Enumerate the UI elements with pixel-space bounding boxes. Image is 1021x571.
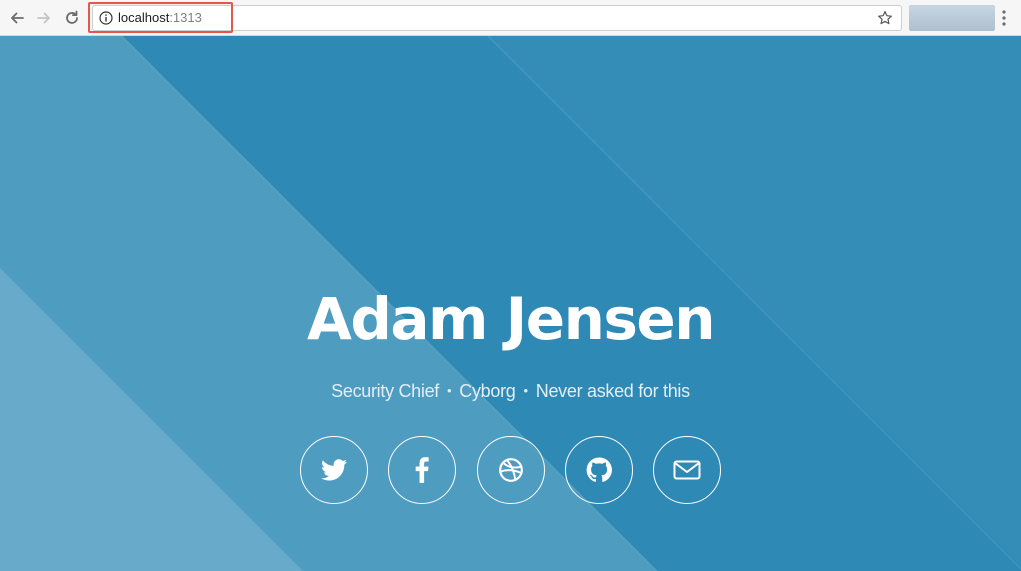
dribbble-icon (499, 458, 523, 482)
forward-arrow-icon (37, 12, 50, 24)
profile-button[interactable] (909, 5, 995, 31)
github-link[interactable] (565, 436, 633, 504)
back-button[interactable] (7, 8, 27, 28)
kebab-menu-icon[interactable] (1000, 9, 1008, 27)
github-icon (586, 457, 612, 482)
url-text[interactable]: localhost:1313 (118, 10, 202, 25)
url-port: :1313 (169, 10, 202, 25)
bookmark-star-icon[interactable] (877, 10, 893, 26)
email-link[interactable] (653, 436, 721, 504)
browser-toolbar: localhost:1313 (0, 0, 1021, 36)
info-icon[interactable] (99, 11, 113, 25)
url-host: localhost (118, 10, 170, 25)
hero-title: Adam Jensen (306, 285, 716, 353)
facebook-icon (415, 457, 429, 483)
dribbble-link[interactable] (477, 436, 545, 504)
social-links (0, 436, 1021, 508)
forward-button[interactable] (34, 8, 54, 28)
reload-icon (66, 10, 78, 24)
subtitle-item: Cyborg (459, 381, 516, 401)
facebook-link[interactable] (388, 436, 456, 504)
hero-subtitle: Security Chief • Cyborg • Never asked for th… (0, 381, 1021, 402)
twitter-link[interactable] (300, 436, 368, 504)
back-arrow-icon (11, 12, 24, 24)
hero-content: Adam Jensen Security Chief • Cyborg • Never … (0, 36, 1021, 571)
reload-button[interactable] (62, 8, 82, 28)
email-icon (673, 460, 701, 480)
subtitle-item: Never asked for this (535, 381, 690, 401)
subtitle-item: Security Chief (331, 381, 439, 401)
subtitle-separator: • (523, 383, 529, 398)
address-bar[interactable]: localhost:1313 (92, 5, 902, 31)
subtitle-separator: • (447, 383, 452, 398)
hero-section: Adam Jensen Security Chief • Cyborg • Never … (0, 36, 1021, 571)
twitter-icon (321, 459, 347, 481)
